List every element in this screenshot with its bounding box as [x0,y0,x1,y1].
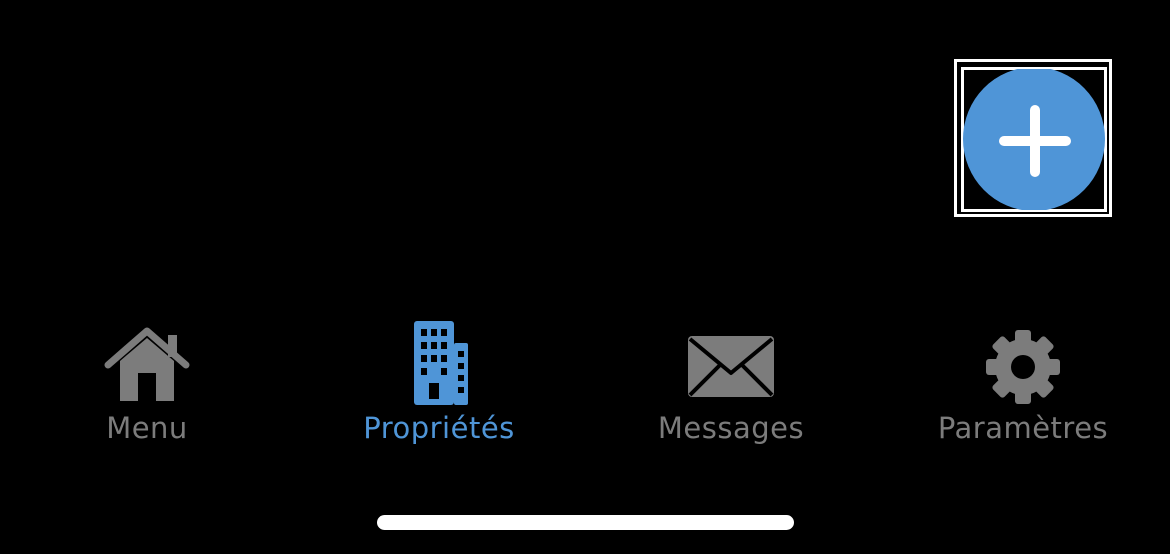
app-screen: Menu Propriétés Messages Paramètres [0,0,1170,554]
tab-messages-label: Messages [657,411,805,445]
add-button[interactable] [963,69,1105,210]
tab-settings[interactable]: Paramètres [898,315,1148,455]
tab-bar: Menu Propriétés Messages Paramètres [0,315,1170,455]
house-icon [104,327,190,401]
tab-menu[interactable]: Menu [22,315,272,455]
tab-properties[interactable]: Propriétés [314,315,564,455]
tab-settings-label: Paramètres [937,411,1109,445]
building-icon [414,321,468,405]
tab-messages[interactable]: Messages [606,315,856,455]
tab-properties-label: Propriétés [363,411,515,445]
gear-icon [986,330,1060,404]
home-indicator[interactable] [377,515,794,530]
plus-icon [999,105,1071,177]
envelope-icon [688,336,774,397]
tab-menu-label: Menu [106,411,188,445]
